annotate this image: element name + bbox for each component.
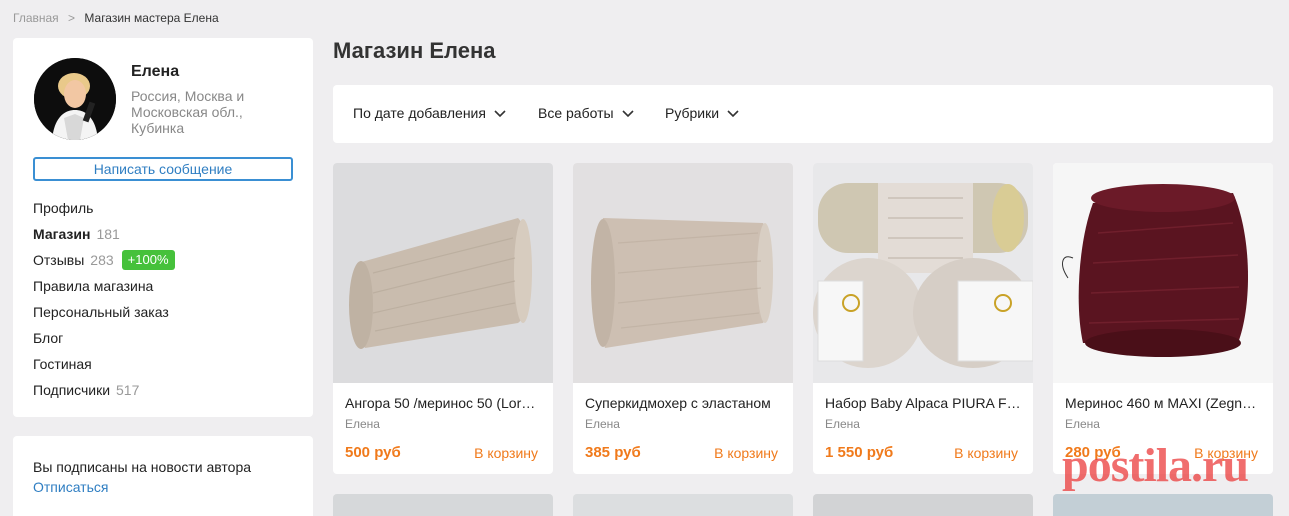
nav-item-shop[interactable]: Магазин 181 [33,224,175,250]
rubrics-dropdown[interactable]: Рубрики [665,105,740,121]
product-title[interactable]: Суперкидмохер с эластаном [585,395,781,411]
unsubscribe-link[interactable]: Отписаться [33,479,108,495]
send-message-button[interactable]: Написать сообщение [33,157,293,181]
product-image[interactable] [573,163,793,383]
breadcrumb-separator: > [68,11,76,25]
subscription-card: Вы подписаны на новости автора Отписатьс… [13,436,313,516]
shop-count: 181 [96,226,120,242]
rubrics-dropdown-label: Рубрики [665,105,720,121]
nav-item-blog[interactable]: Блог [33,328,175,354]
nav-item-label: Магазин [33,226,91,242]
nav-item-label: Персональный заказ [33,304,169,320]
nav-item-label: Подписчики [33,382,111,398]
subscription-status: Вы подписаны на новости автора [33,459,252,475]
breadcrumb-current: Магазин мастера Елена [84,11,219,25]
nav-item-subscribers[interactable]: Подписчики 517 [33,380,175,406]
avatar[interactable] [34,58,116,140]
filter-bar: По дате добавления Все работы Рубрики [333,85,1273,143]
product-card[interactable]: Набор Baby Alpaca PIURA Filatura Елена 1… [813,163,1033,474]
product-title[interactable]: Меринос 460 м MAXI (Zegna Baruffa) [1065,395,1261,411]
nav-item-label: Отзывы [33,252,85,268]
nav-item-profile[interactable]: Профиль [33,198,175,224]
product-price: 500 руб [345,444,401,461]
avatar-image [34,58,116,140]
add-to-cart-button[interactable]: В корзину [954,445,1018,461]
page-title: Магазин Елена [333,38,496,63]
nav-item-shop-rules[interactable]: Правила магазина [33,276,175,302]
product-image[interactable] [813,163,1033,383]
product-card-partial[interactable] [813,494,1033,516]
product-image[interactable] [333,163,553,383]
product-author[interactable]: Елена [825,417,860,431]
breadcrumb-home-link[interactable]: Главная [13,11,59,25]
add-to-cart-button[interactable]: В корзину [714,445,778,461]
subscribers-count: 517 [116,382,140,398]
nav-item-label: Гостиная [33,356,92,372]
product-title[interactable]: Ангора 50 /меринос 50 (Loro Piana) [345,395,541,411]
product-card-partial[interactable] [333,494,553,516]
nav-item-personal-order[interactable]: Персональный заказ [33,302,175,328]
product-price: 1 550 руб [825,444,894,461]
reviews-count: 283 [90,252,114,268]
product-card[interactable]: Ангора 50 /меринос 50 (Loro Piana) Елена… [333,163,553,474]
author-location: Россия, Москва и Московская обл., Кубинк… [131,88,245,136]
product-card[interactable]: Суперкидмохер с эластаном Елена 385 руб … [573,163,793,474]
works-dropdown[interactable]: Все работы [538,105,635,121]
breadcrumb: Главная > Магазин мастера Елена [13,11,219,25]
watermark: postila.ru [1062,439,1249,492]
product-price: 385 руб [585,444,641,461]
chevron-down-icon [621,110,634,118]
product-card-partial[interactable] [573,494,793,516]
nav-item-label: Правила магазина [33,278,154,294]
product-image[interactable] [1053,163,1273,383]
product-author[interactable]: Елена [585,417,620,431]
author-card: Елена Россия, Москва и Московская обл., … [13,38,313,417]
nav-item-label: Профиль [33,200,94,216]
sort-dropdown-label: По дате добавления [353,105,486,121]
chevron-down-icon [727,110,739,118]
product-card-partial[interactable] [1053,494,1273,516]
add-to-cart-button[interactable]: В корзину [474,445,538,461]
product-title[interactable]: Набор Baby Alpaca PIURA Filatura [825,395,1021,411]
reviews-rating-badge: +100% [121,250,175,270]
sort-dropdown[interactable]: По дате добавления [353,105,507,121]
nav-item-reviews[interactable]: Отзывы 283 +100% [33,250,175,276]
product-author[interactable]: Елена [345,417,380,431]
chevron-down-icon [494,110,506,118]
author-nav: Профиль Магазин 181 Отзывы 283 +100% Правил… [33,198,175,406]
product-card[interactable]: Меринос 460 м MAXI (Zegna Baruffa) Елена… [1053,163,1273,474]
author-name[interactable]: Елена [131,63,179,81]
nav-item-lounge[interactable]: Гостиная [33,354,175,380]
nav-item-label: Блог [33,330,64,346]
works-dropdown-label: Все работы [538,105,614,121]
product-author[interactable]: Елена [1065,417,1100,431]
